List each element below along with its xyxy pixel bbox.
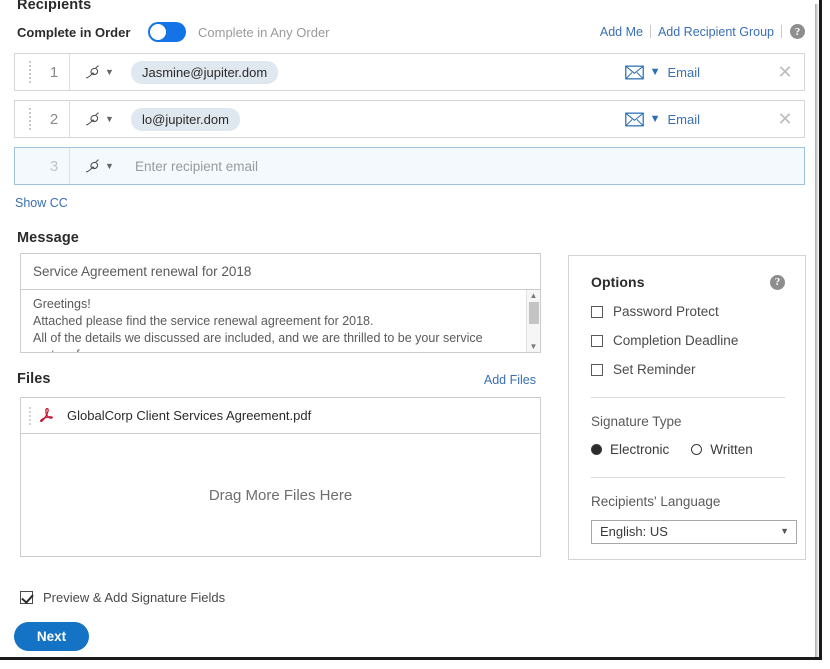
files-drop-area[interactable]: GlobalCorp Client Services Agreement.pdf… — [20, 397, 541, 557]
recipient-list: 1 ▼ Jasmine@jupiter.dom ▼ Email ✕ 2 ▼ lo… — [14, 53, 805, 194]
chevron-down-icon: ▼ — [105, 113, 114, 124]
next-button[interactable]: Next — [14, 622, 89, 651]
add-recipient-group-link[interactable]: Add Recipient Group — [651, 25, 781, 39]
recipient-email-chip[interactable]: Jasmine@jupiter.dom — [131, 60, 279, 84]
signature-type-group: Electronic Written — [591, 442, 785, 457]
message-body-container: Greetings! Attached please find the serv… — [21, 290, 540, 352]
recipient-role-selector[interactable]: ▼ — [69, 54, 127, 90]
window-shadow — [815, 4, 819, 657]
option-label: Set Reminder — [613, 362, 696, 377]
radio-electronic-label[interactable]: Electronic — [610, 442, 669, 457]
recipient-index: 3 — [49, 157, 59, 175]
chevron-down-icon[interactable]: ▼ — [650, 113, 661, 125]
radio-electronic-icon[interactable] — [591, 444, 602, 455]
option-password-protect[interactable]: Password Protect — [591, 304, 785, 319]
divider — [591, 477, 785, 478]
language-select[interactable]: English: US ▼ — [591, 520, 797, 544]
files-section-title: Files — [17, 371, 51, 387]
remove-recipient-button[interactable]: ✕ — [770, 62, 800, 83]
checkbox-checked-icon[interactable] — [20, 591, 33, 604]
scroll-down-icon[interactable]: ▼ — [527, 341, 540, 352]
recipient-index: 2 — [49, 110, 59, 128]
radio-written-icon[interactable] — [691, 444, 703, 455]
divider — [591, 397, 785, 398]
complete-in-order-label: Complete in Order — [17, 25, 131, 40]
email-envelope-icon — [624, 65, 644, 79]
delivery-method-label: Email — [667, 64, 700, 80]
recipient-delivery-controls: ▼ Email ✕ — [624, 109, 804, 130]
option-label: Password Protect — [613, 304, 719, 319]
message-body-input[interactable]: Greetings! Attached please find the serv… — [21, 290, 540, 352]
help-icon[interactable]: ? — [770, 274, 785, 290]
recipient-order-controls: Complete in Order Complete in Any Order … — [17, 22, 805, 44]
recipient-email-chip[interactable]: lo@jupiter.dom — [131, 107, 240, 131]
message-subject-input[interactable]: Service Agreement renewal for 2018 — [21, 254, 540, 290]
checkbox-icon[interactable] — [591, 363, 603, 376]
message-composer: Service Agreement renewal for 2018 Greet… — [20, 253, 541, 353]
option-label: Completion Deadline — [613, 333, 739, 348]
show-cc-link[interactable]: Show CC — [15, 196, 68, 210]
drag-handle-icon[interactable] — [21, 108, 39, 130]
email-envelope-icon — [624, 112, 644, 126]
options-panel: Options ? Password Protect Completion De… — [568, 255, 806, 560]
message-section-title: Message — [17, 230, 79, 246]
recipients-section-title: Recipients — [17, 0, 92, 13]
toggle-knob — [150, 24, 166, 40]
preview-signature-fields-checkbox[interactable]: Preview & Add Signature Fields — [20, 590, 225, 605]
complete-any-order-label: Complete in Any Order — [198, 25, 330, 40]
pdf-file-icon — [40, 407, 53, 422]
list-item[interactable]: GlobalCorp Client Services Agreement.pdf — [21, 398, 540, 434]
recipient-role-selector[interactable]: ▼ — [69, 148, 127, 184]
divider — [781, 25, 782, 38]
signature-pen-icon — [86, 158, 99, 173]
complete-order-toggle[interactable] — [148, 22, 186, 42]
drag-handle-icon[interactable] — [29, 406, 31, 425]
signature-type-label: Signature Type — [591, 414, 682, 429]
chevron-down-icon: ▼ — [780, 526, 789, 536]
add-me-link[interactable]: Add Me — [593, 25, 650, 39]
options-title: Options — [591, 274, 645, 290]
send-agreement-form: Recipients Complete in Order Complete in… — [0, 0, 819, 657]
option-completion-deadline[interactable]: Completion Deadline — [591, 333, 785, 348]
scroll-up-icon[interactable]: ▲ — [527, 290, 540, 301]
signature-pen-icon — [86, 111, 99, 126]
recipient-delivery-controls: ▼ Email ✕ — [624, 62, 804, 83]
checkbox-icon[interactable] — [591, 334, 603, 347]
scrollbar[interactable]: ▲ ▼ — [526, 290, 540, 352]
chevron-down-icon: ▼ — [105, 160, 114, 171]
table-row[interactable]: 2 ▼ lo@jupiter.dom ▼ Email ✕ — [14, 100, 805, 138]
drag-handle-icon[interactable] — [21, 61, 39, 83]
preview-signature-fields-label: Preview & Add Signature Fields — [43, 590, 226, 605]
language-selected-value: English: US — [600, 524, 668, 539]
application-window: Recipients Complete in Order Complete in… — [0, 0, 822, 660]
help-icon[interactable]: ? — [790, 24, 805, 39]
recipient-email-input[interactable]: Enter recipient email — [135, 159, 258, 174]
signature-pen-icon — [86, 64, 99, 79]
recipient-index: 1 — [49, 63, 59, 81]
scrollbar-thumb[interactable] — [529, 302, 539, 324]
chevron-down-icon[interactable]: ▼ — [650, 66, 661, 78]
option-set-reminder[interactable]: Set Reminder — [591, 362, 785, 377]
recipients-header-actions: Add Me Add Recipient Group ? — [593, 24, 805, 39]
remove-recipient-button[interactable]: ✕ — [770, 109, 800, 130]
table-row[interactable]: 3 ▼ Enter recipient email — [14, 147, 805, 185]
delivery-method-label: Email — [667, 111, 700, 127]
table-row[interactable]: 1 ▼ Jasmine@jupiter.dom ▼ Email ✕ — [14, 53, 805, 91]
file-name-label: GlobalCorp Client Services Agreement.pdf — [67, 408, 312, 423]
options-header: Options ? — [591, 274, 785, 290]
recipient-role-selector[interactable]: ▼ — [69, 101, 127, 137]
checkbox-icon[interactable] — [591, 305, 603, 318]
chevron-down-icon: ▼ — [105, 66, 114, 77]
radio-written-label[interactable]: Written — [710, 442, 753, 457]
add-files-link[interactable]: Add Files — [484, 373, 536, 387]
recipients-language-label: Recipients' Language — [591, 494, 721, 509]
drag-files-hint: Drag More Files Here — [208, 486, 353, 504]
